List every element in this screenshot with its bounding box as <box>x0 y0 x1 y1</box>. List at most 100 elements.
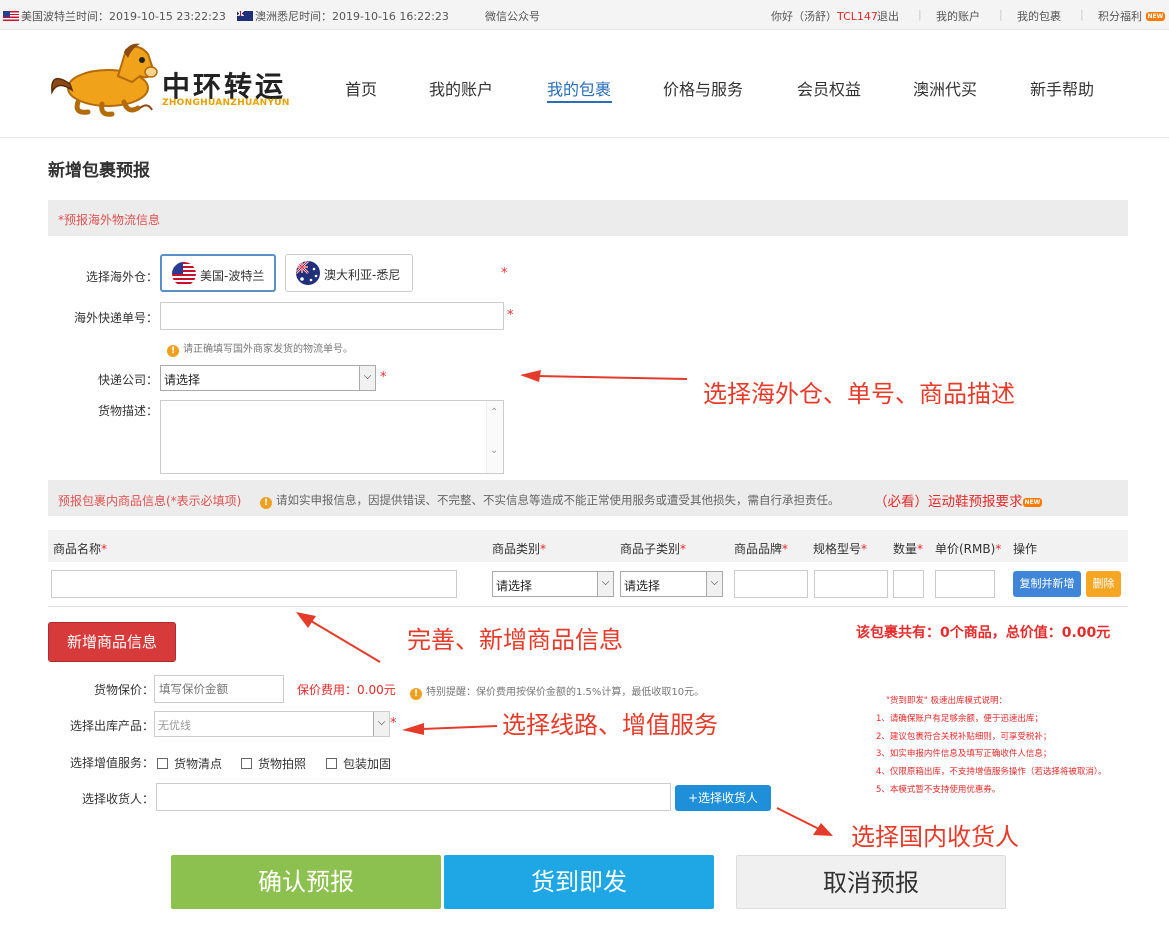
annotation-route: 选择线路、增值服务 <box>502 711 718 739</box>
notes-item: 1、请确保账户有足够余额，便于迅速出库； <box>876 713 1043 724</box>
notes-item: 5、本模式暂不支持使用优惠券。 <box>876 784 1001 795</box>
au-flag-icon <box>296 261 320 285</box>
divider: | <box>1080 8 1084 21</box>
nav-my-account[interactable]: 我的账户 <box>429 76 493 100</box>
nav-pricing[interactable]: 价格与服务 <box>663 76 743 100</box>
cancel-forecast-button[interactable]: 取消预报 <box>736 855 1006 909</box>
sneaker-requirements-link[interactable]: （必看）运动鞋预报要求 NEW <box>874 490 1043 510</box>
nav-membership[interactable]: 会员权益 <box>797 76 861 100</box>
new-badge: NEW <box>1145 12 1166 21</box>
warehouse-label: 选择海外仓： <box>85 270 158 284</box>
col-actions: 操作 <box>1013 542 1038 556</box>
services-label: 选择增值服务： <box>69 756 154 770</box>
copy-and-add-button[interactable]: 复制并新增 <box>1013 571 1081 597</box>
header: 中环转运 ZHONGHUANZHUANYUN 首页 我的账户 我的包裹 价格与服… <box>0 30 1169 138</box>
scroll-up-icon[interactable]: ⌃ <box>490 407 498 418</box>
chevron-down-icon: ⌵ <box>597 572 613 596</box>
col-category: 商品类别* <box>492 542 547 556</box>
service-option-reinforce[interactable]: 包装加固 <box>326 755 391 772</box>
warehouse-option-label: 美国-波特兰 <box>200 269 265 283</box>
textarea-scrollbar[interactable]: ⌃ ⌄ <box>486 401 503 473</box>
annotation-arrow-icon <box>296 612 381 663</box>
checkbox[interactable] <box>241 758 252 769</box>
nav-home[interactable]: 首页 <box>345 76 377 100</box>
logout-link[interactable]: 退出 <box>877 8 899 24</box>
section-overseas-logistics: *预报海外物流信息 <box>48 200 1128 236</box>
unit-price-input[interactable] <box>935 570 995 598</box>
tracking-label: 海外快递单号： <box>73 311 158 325</box>
receiver-input[interactable] <box>156 783 671 811</box>
annotation-product: 完善、新增商品信息 <box>407 626 623 654</box>
chevron-down-icon: ⌵ <box>706 572 722 596</box>
delete-button[interactable]: 删除 <box>1086 571 1121 597</box>
notes-item: 4、仅限原箱出库，不支持增值服务操作（若选择将被取消）。 <box>876 767 1107 778</box>
add-product-button[interactable]: 新增商品信息 <box>48 622 176 662</box>
courier-label: 快递公司： <box>97 373 158 387</box>
required-mark: * <box>390 716 397 731</box>
quantity-input[interactable] <box>893 570 924 598</box>
warning-icon: ! <box>167 345 179 357</box>
outbound-product-select[interactable]: 无优线 ⌵ <box>154 711 390 737</box>
service-option-photo[interactable]: 货物拍照 <box>241 755 306 772</box>
checkbox[interactable] <box>157 758 168 769</box>
warehouse-option-us[interactable]: 美国-波特兰 <box>160 254 276 292</box>
col-brand: 商品品牌* <box>734 542 789 556</box>
new-badge: NEW <box>1022 498 1043 507</box>
section-warning: ! 请如实申报信息，因提供错误、不完整、不实信息等造成不能正常使用服务或遭受其他损… <box>260 492 840 509</box>
nav-active-underline <box>547 101 612 103</box>
horse-logo-icon[interactable] <box>48 40 160 118</box>
col-product-name: 商品名称* <box>53 542 108 556</box>
points-link[interactable]: 积分福利 NEW <box>1098 8 1166 24</box>
select-receiver-button[interactable]: +选择收货人 <box>675 785 771 811</box>
tracking-hint: ! 请正确填写国外商家发货的物流单号。 <box>167 340 353 357</box>
package-summary: 该包裹共有：0个商品，总价值：0.00元 <box>856 625 1111 641</box>
my-account-link[interactable]: 我的账户 <box>936 8 980 24</box>
au-flag-icon <box>237 11 253 21</box>
divider: | <box>999 8 1003 21</box>
checkbox[interactable] <box>326 758 337 769</box>
subcategory-select[interactable]: 请选择 ⌵ <box>620 571 723 597</box>
ship-on-arrival-button[interactable]: 货到即发 <box>444 855 714 909</box>
au-time: 澳洲悉尼时间：2019-10-16 16:22:23 <box>237 8 449 24</box>
us-time: 美国波特兰时间：2019-10-15 23:22:23 <box>3 8 226 24</box>
confirm-forecast-button[interactable]: 确认预报 <box>171 855 441 909</box>
col-unit-price: 单价(RMB)* <box>935 542 1002 556</box>
divider <box>48 606 1128 607</box>
col-spec: 规格型号* <box>813 542 868 556</box>
nav-my-package[interactable]: 我的包裹 <box>547 76 611 100</box>
nav-help[interactable]: 新手帮助 <box>1030 76 1094 100</box>
divider: | <box>918 8 922 21</box>
my-package-link[interactable]: 我的包裹 <box>1017 8 1061 24</box>
spec-input[interactable] <box>814 570 888 598</box>
notes-title: "货到即发" 极速出库模式说明： <box>886 696 1008 706</box>
section-label: 预报包裹内商品信息(*表示必填项) <box>58 494 242 508</box>
service-option-count[interactable]: 货物清点 <box>157 755 222 772</box>
express-mode-notes: "货到即发" 极速出库模式说明： 1、请确保账户有足够余额，便于迅速出库； 2、… <box>876 693 1107 800</box>
user-id[interactable]: TCL147 <box>837 10 878 23</box>
wechat-link[interactable]: 微信公众号 <box>485 8 540 24</box>
tracking-number-input[interactable] <box>160 302 504 330</box>
section-product-info: 预报包裹内商品信息(*表示必填项) ! 请如实申报信息，因提供错误、不完整、不实信… <box>48 480 1128 516</box>
product-name-input[interactable] <box>51 570 457 598</box>
col-quantity: 数量* <box>893 542 924 556</box>
page-title: 新增包裹预报 <box>48 161 150 181</box>
description-label: 货物描述： <box>97 404 158 418</box>
warehouse-option-au[interactable]: 澳大利亚-悉尼 <box>285 254 413 292</box>
chevron-down-icon: ⌵ <box>359 366 375 390</box>
category-select[interactable]: 请选择 ⌵ <box>492 571 614 597</box>
warehouse-option-label: 澳大利亚-悉尼 <box>324 268 401 282</box>
notes-item: 3、如实申报内件信息及填写正确收件人信息； <box>876 749 1052 760</box>
scroll-down-icon[interactable]: ⌄ <box>490 445 498 456</box>
required-mark: * <box>507 308 514 323</box>
annotation-arrow-icon <box>776 807 833 836</box>
brand-input[interactable] <box>734 570 808 598</box>
product-line-label: 选择出库产品： <box>69 719 154 733</box>
us-flag-icon <box>3 11 19 21</box>
chevron-down-icon: ⌵ <box>373 712 389 736</box>
courier-select[interactable]: 请选择 ⌵ <box>160 365 376 391</box>
greeting: 你好（汤舒）TCL147 <box>771 10 878 23</box>
description-textarea[interactable]: ⌃ ⌄ <box>160 400 504 474</box>
annotation-arrow-icon <box>520 370 688 382</box>
insurance-input[interactable] <box>154 675 284 703</box>
nav-au-purchase[interactable]: 澳洲代买 <box>913 76 977 100</box>
